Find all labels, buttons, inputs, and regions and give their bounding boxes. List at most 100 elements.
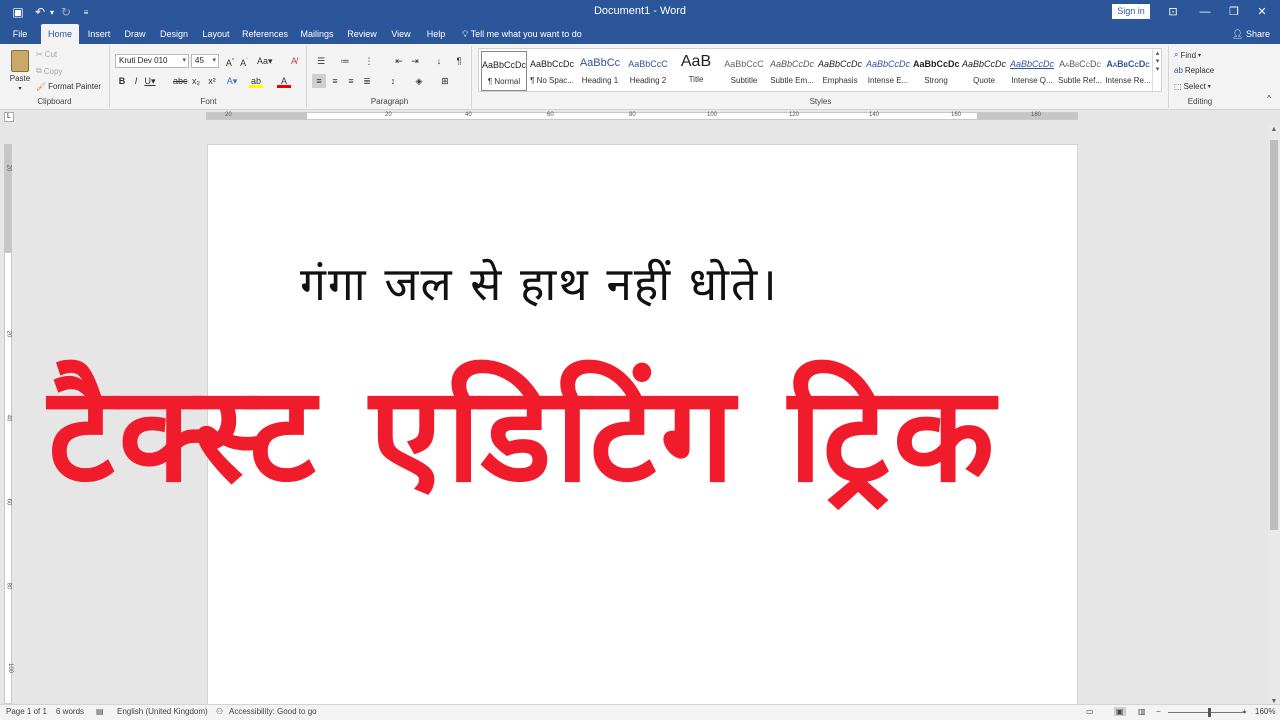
- align-center-icon[interactable]: ≡: [328, 74, 342, 88]
- zoom-level[interactable]: 160%: [1255, 707, 1275, 716]
- change-case-icon[interactable]: Aa▾: [257, 54, 273, 68]
- zoom-slider[interactable]: [1168, 712, 1246, 713]
- strikethrough-icon[interactable]: abc: [173, 74, 188, 88]
- tab-home[interactable]: Home: [41, 24, 79, 44]
- ribbon: Paste ▾ ✂ Cut ⧉ Copy 🖌︎ Format Painter Clip…: [0, 44, 1280, 110]
- align-left-icon[interactable]: ≡: [312, 74, 326, 88]
- scroll-thumb[interactable]: [1270, 140, 1278, 530]
- paste-button[interactable]: Paste ▾: [8, 50, 32, 92]
- style-intense-quote[interactable]: AaBbCcDc Intense Q...: [1009, 51, 1055, 91]
- borders-icon[interactable]: ⊞: [438, 74, 452, 88]
- superscript-icon[interactable]: x²: [205, 74, 219, 88]
- font-name-combo[interactable]: Kruti Dev 010 ▾: [115, 54, 189, 68]
- tab-file[interactable]: File: [6, 24, 34, 44]
- clear-formatting-icon[interactable]: A̸: [287, 54, 301, 68]
- style-subtitle[interactable]: AaBbCcC Subtitle: [721, 51, 767, 91]
- align-right-icon[interactable]: ≡: [344, 74, 358, 88]
- language-indicator[interactable]: English (United Kingdom): [117, 707, 208, 716]
- horizontal-ruler[interactable]: 20 20 40 60 80 100 120 140 160 180: [206, 112, 1078, 120]
- grow-font-icon[interactable]: A^: [223, 54, 237, 68]
- close-button[interactable]: ✕: [1253, 3, 1271, 21]
- style-intense-emphasis[interactable]: AaBbCcDc Intense E...: [865, 51, 911, 91]
- collapse-ribbon-icon[interactable]: ^: [1262, 92, 1276, 106]
- minimize-button[interactable]: —: [1196, 3, 1214, 21]
- shrink-font-icon[interactable]: Aˇ: [237, 54, 251, 68]
- style-title[interactable]: AaB Title: [673, 51, 719, 91]
- tell-me-search[interactable]: 💡︎ Tell me what you want to do: [462, 24, 582, 44]
- style-heading-2[interactable]: AaBbCcC Heading 2: [625, 51, 671, 91]
- style-no-spacing[interactable]: AaBbCcDc ¶ No Spac...: [529, 51, 575, 91]
- style-heading-1[interactable]: AaBbCc Heading 1: [577, 51, 623, 91]
- decrease-indent-icon[interactable]: ⇤: [392, 54, 406, 68]
- document-text-line-2[interactable]: टैक्स्ट एडिटिंग ट्रिक: [48, 340, 1248, 530]
- page-count[interactable]: Page 1 of 1: [6, 707, 47, 716]
- tab-references[interactable]: References: [241, 24, 289, 44]
- font-size-combo[interactable]: 45 ▾: [191, 54, 219, 68]
- tab-review[interactable]: Review: [344, 24, 380, 44]
- underline-icon[interactable]: U▾: [143, 74, 157, 88]
- font-color-icon[interactable]: A: [277, 74, 291, 88]
- find-label: Find: [1180, 50, 1197, 60]
- tab-mailings[interactable]: Mailings: [296, 24, 338, 44]
- style-normal[interactable]: AaBbCcDc ¶ Normal: [481, 51, 527, 91]
- vertical-scrollbar[interactable]: ▲ ▼: [1268, 126, 1280, 708]
- scroll-up-icon[interactable]: ▲: [1268, 126, 1280, 136]
- bullets-icon[interactable]: ☰: [314, 54, 328, 68]
- tab-insert[interactable]: Insert: [84, 24, 114, 44]
- tab-layout[interactable]: Layout: [198, 24, 234, 44]
- document-text-line-1[interactable]: गंगा जल से हाथ नहीं धोते।: [300, 252, 900, 314]
- tab-view[interactable]: View: [386, 24, 416, 44]
- tab-draw[interactable]: Draw: [120, 24, 150, 44]
- ribbon-display-options-icon[interactable]: ⊡: [1164, 3, 1182, 21]
- sort-icon[interactable]: ↓: [432, 54, 446, 68]
- style-subtle-emphasis[interactable]: AaBbCcDc Subtle Em...: [769, 51, 815, 91]
- highlight-icon[interactable]: ab: [249, 74, 263, 88]
- replace-button[interactable]: ab Replace: [1174, 66, 1214, 75]
- accessibility-status[interactable]: Accessibility: Good to go: [229, 707, 317, 716]
- numbering-icon[interactable]: ≔: [338, 54, 352, 68]
- style-strong[interactable]: AaBbCcDc Strong: [913, 51, 959, 91]
- style-subtle-reference[interactable]: AaBbCcDc Subtle Ref...: [1057, 51, 1103, 91]
- zoom-out-icon[interactable]: −: [1156, 707, 1161, 716]
- text-effects-icon[interactable]: A▾: [225, 74, 239, 88]
- vertical-ruler[interactable]: 20 20 40 60 80 100: [4, 144, 13, 704]
- proofing-icon[interactable]: ▤: [96, 707, 104, 716]
- justify-icon[interactable]: ≣: [360, 74, 374, 88]
- web-layout-icon[interactable]: ▥: [1138, 707, 1146, 716]
- copy-button[interactable]: ⧉ Copy: [36, 66, 62, 76]
- bold-icon[interactable]: B: [115, 74, 129, 88]
- restore-button[interactable]: ❐: [1225, 3, 1243, 21]
- pilcrow-icon[interactable]: ¶: [452, 54, 466, 68]
- multilevel-list-icon[interactable]: ⋮: [362, 54, 376, 68]
- cut-button[interactable]: ✂ Cut: [36, 50, 57, 59]
- tab-design[interactable]: Design: [157, 24, 191, 44]
- find-button[interactable]: ⌕ Find ▾: [1174, 50, 1201, 60]
- word-count[interactable]: 6 words: [56, 707, 84, 716]
- zoom-slider-thumb[interactable]: [1208, 708, 1211, 717]
- tab-selector[interactable]: L: [4, 112, 14, 122]
- select-label: Select: [1183, 82, 1206, 91]
- sign-in-button[interactable]: Sign in: [1112, 4, 1150, 19]
- style-intense-reference[interactable]: AaBbCcDc Intense Re...: [1105, 51, 1151, 91]
- customize-toolbar-icon[interactable]: ≡: [78, 4, 94, 20]
- share-button[interactable]: 👤︎ Share: [1232, 24, 1270, 44]
- clipboard-group-label: Clipboard: [37, 97, 72, 106]
- save-icon[interactable]: ▣: [10, 4, 26, 20]
- zoom-in-icon[interactable]: +: [1242, 707, 1247, 716]
- focus-icon[interactable]: ▭: [1086, 707, 1094, 716]
- italic-icon[interactable]: I: [129, 74, 143, 88]
- style-label: Emphasis: [822, 76, 858, 85]
- tab-help[interactable]: Help: [422, 24, 450, 44]
- style-quote[interactable]: AaBbCcDc Quote: [961, 51, 1007, 91]
- subscript-icon[interactable]: x₂: [189, 74, 203, 88]
- increase-indent-icon[interactable]: ⇥: [408, 54, 422, 68]
- style-label: Heading 1: [581, 76, 619, 85]
- shading-icon[interactable]: ◈: [412, 74, 426, 88]
- format-painter-button[interactable]: 🖌︎ Format Painter: [36, 82, 101, 91]
- select-button[interactable]: ⬚ Select ▾: [1174, 82, 1211, 91]
- styles-scroll[interactable]: ▴ ▾ ▾: [1152, 49, 1162, 91]
- style-emphasis[interactable]: AaBbCcDc Emphasis: [817, 51, 863, 91]
- print-layout-icon[interactable]: ▣: [1114, 707, 1126, 716]
- redo-icon[interactable]: ↻: [58, 4, 74, 20]
- line-spacing-icon[interactable]: ↕: [386, 74, 400, 88]
